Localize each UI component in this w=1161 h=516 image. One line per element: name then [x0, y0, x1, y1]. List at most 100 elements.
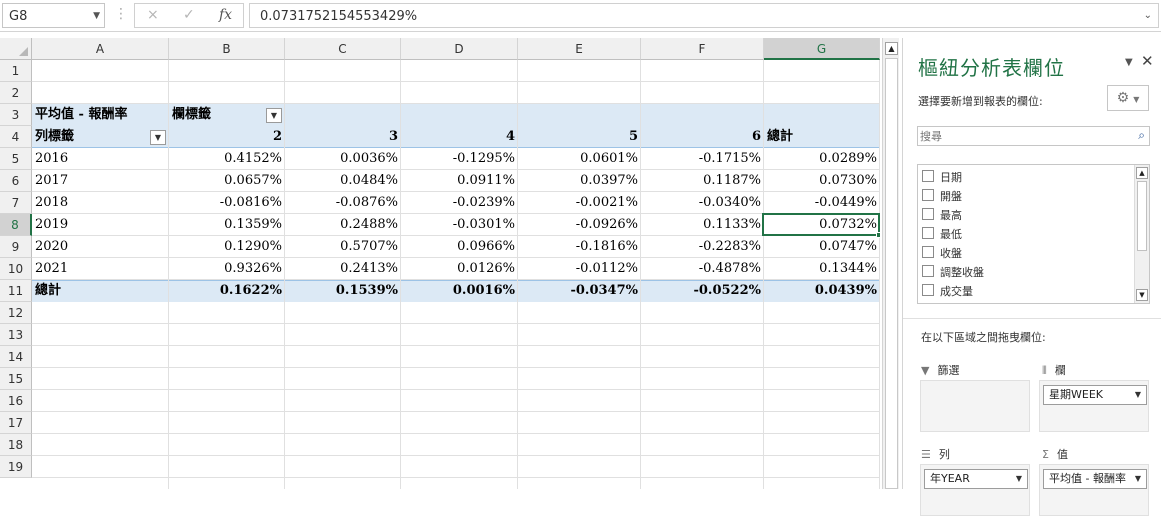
expand-formula-bar-icon[interactable]: ⌄ [1144, 10, 1152, 21]
pivot-value-cell[interactable]: 0.4152% [169, 148, 285, 170]
pivot-value-cell[interactable]: -0.0021% [518, 192, 641, 214]
field-checkbox[interactable] [922, 265, 934, 277]
row-header[interactable]: 13 [0, 324, 32, 346]
filter-dropdown-icon[interactable]: ▼ [266, 108, 282, 123]
pivot-row-labels-header[interactable]: 列標籤 [32, 126, 169, 148]
pivot-value-cell[interactable]: -0.0816% [169, 192, 285, 214]
pivot-column-header[interactable]: 3 [285, 126, 401, 148]
field-checkbox[interactable] [922, 208, 934, 220]
column-header[interactable]: E [518, 38, 641, 60]
pivot-column-header[interactable]: 6 [641, 126, 764, 148]
pivot-value-cell[interactable]: 0.0289% [764, 148, 880, 170]
row-header[interactable]: 16 [0, 390, 32, 412]
pivot-value-cell[interactable]: 0.2488% [285, 214, 401, 236]
pivot-value-cell[interactable]: 0.1359% [169, 214, 285, 236]
columns-area[interactable]: 星期WEEK ▼ [1039, 380, 1149, 432]
column-header[interactable]: G [764, 38, 880, 60]
pivot-value-cell[interactable]: -0.0239% [401, 192, 518, 214]
pivot-value-cell[interactable]: 0.0397% [518, 170, 641, 192]
pivot-value-label[interactable]: 平均值 - 報酬率 [32, 104, 182, 126]
pivot-value-cell[interactable]: 0.0747% [764, 236, 880, 258]
rows-area[interactable]: 年YEAR ▼ [920, 464, 1030, 516]
column-header[interactable]: B [169, 38, 285, 60]
pivot-column-header[interactable]: 5 [518, 126, 641, 148]
row-header[interactable]: 18 [0, 434, 32, 456]
field-checkbox[interactable] [922, 227, 934, 239]
pivot-value-cell[interactable]: 0.1187% [641, 170, 764, 192]
vertical-scrollbar[interactable]: ▲ [882, 38, 899, 489]
pivot-value-cell[interactable]: 0.0730% [764, 170, 880, 192]
pivot-column-header[interactable]: 2 [169, 126, 285, 148]
row-header[interactable]: 19 [0, 456, 32, 478]
pivot-value-cell[interactable]: 0.5707% [285, 236, 401, 258]
field-checkbox[interactable] [922, 284, 934, 296]
pivot-value-cell[interactable]: -0.1816% [518, 236, 641, 258]
cancel-icon[interactable]: × [147, 7, 159, 23]
spreadsheet-grid[interactable]: A B C D E F G 1 2 3 4 5 6 7 8 9 10 11 12 13 14 15 16 17 18 19 平均值 … [0, 38, 880, 489]
pivot-column-header[interactable]: 總計 [764, 126, 880, 148]
row-header[interactable]: 10 [0, 258, 32, 280]
search-input[interactable] [920, 128, 1130, 144]
pivot-row-label[interactable]: 2021 [32, 258, 169, 280]
pivot-value-cell[interactable]: 0.0601% [518, 148, 641, 170]
pivot-value-cell[interactable]: 0.1290% [169, 236, 285, 258]
pivot-grand-total-cell[interactable]: 0.0016% [401, 280, 518, 302]
row-header[interactable]: 15 [0, 368, 32, 390]
pivot-value-cell[interactable]: -0.0926% [518, 214, 641, 236]
pivot-row-label[interactable]: 2017 [32, 170, 169, 192]
pivot-value-cell[interactable]: -0.0112% [518, 258, 641, 280]
pivot-value-cell[interactable]: -0.0449% [764, 192, 880, 214]
pivot-value-cell[interactable]: -0.0876% [285, 192, 401, 214]
formula-input[interactable]: 0.0731752154553429% ⌄ [249, 3, 1159, 28]
pivot-row-label[interactable]: 2016 [32, 148, 169, 170]
pivot-value-cell[interactable]: 0.0484% [285, 170, 401, 192]
pivot-grand-total-label[interactable]: 總計 [32, 280, 169, 302]
pivot-grand-total-cell[interactable]: -0.0347% [518, 280, 641, 302]
pivot-value-cell[interactable]: 0.0911% [401, 170, 518, 192]
row-header[interactable]: 14 [0, 346, 32, 368]
row-header[interactable]: 6 [0, 170, 32, 192]
row-header[interactable]: 7 [0, 192, 32, 214]
row-header[interactable]: 5 [0, 148, 32, 170]
row-header[interactable]: 8 [0, 214, 32, 236]
pivot-value-cell[interactable]: 0.1133% [641, 214, 764, 236]
enter-icon[interactable]: ✓ [183, 7, 195, 23]
pivot-grand-total-cell[interactable]: 0.1622% [169, 280, 285, 302]
column-header[interactable]: F [641, 38, 764, 60]
pivot-column-header[interactable]: 4 [401, 126, 518, 148]
pivot-col-labels-header[interactable]: 欄標籤 [169, 104, 211, 126]
rows-field-chip[interactable]: 年YEAR ▼ [924, 469, 1028, 489]
pivot-value-cell[interactable]: -0.2283% [641, 236, 764, 258]
field-checkbox[interactable] [922, 246, 934, 258]
pivot-value-cell[interactable]: -0.1295% [401, 148, 518, 170]
row-header[interactable]: 9 [0, 236, 32, 258]
pivot-value-cell[interactable]: 0.0657% [169, 170, 285, 192]
row-header[interactable]: 17 [0, 412, 32, 434]
field-list-scrollbar[interactable]: ▲ ▼ [1134, 165, 1149, 303]
insert-function-icon[interactable]: fx [219, 7, 232, 23]
field-checkbox[interactable] [922, 189, 934, 201]
pivot-value-cell[interactable]: 0.0126% [401, 258, 518, 280]
pivot-value-cell[interactable]: -0.0301% [401, 214, 518, 236]
row-header[interactable]: 12 [0, 302, 32, 324]
pivot-value-cell[interactable]: -0.1715% [641, 148, 764, 170]
name-box[interactable]: G8 ▼ [2, 3, 105, 28]
pivot-grand-total-cell[interactable]: 0.1539% [285, 280, 401, 302]
columns-field-chip[interactable]: 星期WEEK ▼ [1043, 385, 1147, 405]
select-all-corner[interactable] [0, 38, 32, 60]
search-icon[interactable]: ⌕ [1138, 128, 1145, 143]
pivot-value-cell[interactable]: 0.0036% [285, 148, 401, 170]
row-header[interactable]: 3 [0, 104, 32, 126]
chevron-down-icon[interactable]: ▼ [93, 11, 100, 21]
scrollbar-thumb[interactable] [885, 58, 898, 489]
formula-bar-separator-icon[interactable]: ⋮ [114, 6, 128, 22]
filters-area[interactable] [920, 380, 1030, 432]
chevron-down-icon[interactable]: ▼ [1135, 386, 1141, 404]
pivot-row-label[interactable]: 2018 [32, 192, 169, 214]
filter-dropdown-icon[interactable]: ▼ [150, 130, 166, 145]
pane-options-icon[interactable]: ▼ [1125, 57, 1133, 68]
row-header[interactable]: 1 [0, 60, 32, 82]
pivot-value-cell[interactable]: -0.4878% [641, 258, 764, 280]
scrollbar-thumb[interactable] [1137, 181, 1147, 251]
pivot-grand-total-cell[interactable]: 0.0439% [764, 280, 880, 302]
